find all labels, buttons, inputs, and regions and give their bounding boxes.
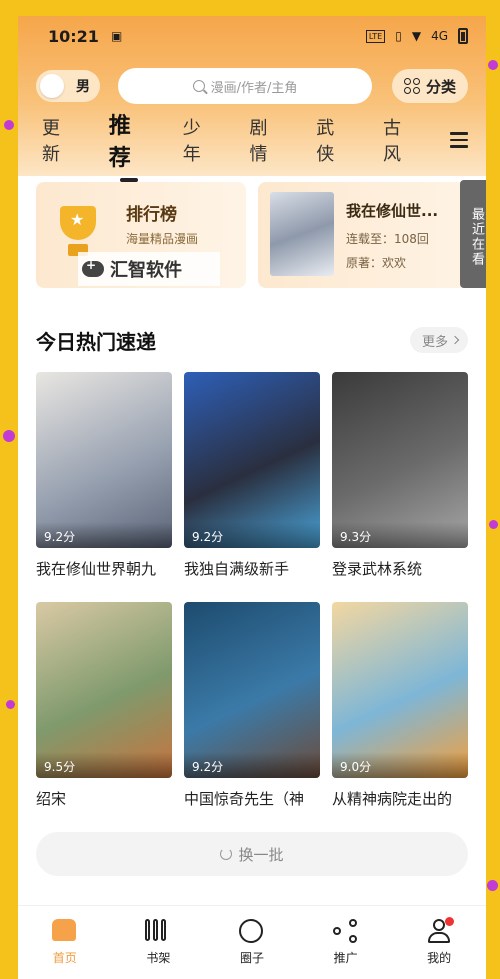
category-grid-icon — [403, 78, 420, 94]
menu-icon[interactable] — [449, 132, 468, 148]
status-bar: 10:21 ▣ LTE ▯ ▼ 4G — [18, 16, 486, 56]
app-header: 10:21 ▣ LTE ▯ ▼ 4G 男 漫画/作者/主角 分类 更新 推荐 少… — [18, 16, 486, 176]
comic-score: 9.3分 — [332, 522, 468, 548]
refresh-label: 换一批 — [238, 845, 284, 864]
recent-author: 原著：欢欢 — [346, 256, 407, 270]
comic-cover: 9.2分 — [184, 372, 320, 548]
refresh-icon — [220, 848, 233, 860]
comic-title: 中国惊奇先生（神 — [184, 790, 305, 808]
watermark-text: 汇智软件 — [110, 260, 182, 281]
volte-icon: LTE — [365, 29, 386, 43]
tab-story[interactable]: 剧情 — [250, 114, 283, 166]
tab-recommend[interactable]: 推荐 — [109, 108, 149, 172]
image-notification-icon: ▣ — [110, 29, 123, 43]
comic-score: 9.5分 — [36, 752, 172, 778]
nav-profile[interactable]: 我的 — [409, 917, 469, 966]
comic-card[interactable]: 9.0分 从精神病院走出的 — [332, 602, 468, 809]
hot-today-header: 今日热门速递 更多 — [36, 324, 468, 356]
recent-serial-progress: 连载至：108回 — [346, 232, 429, 246]
ranking-subtitle: 海量精品漫画 — [126, 232, 199, 246]
notification-dot — [445, 917, 455, 926]
search-input[interactable]: 漫画/作者/主角 — [118, 68, 372, 104]
comic-card[interactable]: 9.2分 我在修仙世界朝九 — [36, 372, 172, 579]
share-icon — [332, 919, 359, 943]
comic-card[interactable]: 9.2分 我独自满级新手 — [184, 372, 320, 579]
network-label: 4G — [431, 29, 448, 43]
gamepad-icon — [82, 258, 104, 277]
more-button[interactable]: 更多 — [409, 327, 468, 353]
chevron-right-icon — [450, 335, 460, 345]
home-icon — [51, 919, 78, 943]
comic-card[interactable]: 9.3分 登录武林系统 — [332, 372, 468, 579]
category-label: 分类 — [425, 77, 456, 96]
ranking-card[interactable]: ★ 排行榜 海量精品漫画 汇智软件 — [36, 182, 246, 288]
recent-reading-card[interactable]: 我在修仙世... 连载至：108回 原著：欢欢 — [258, 182, 486, 288]
tab-ancient[interactable]: 古风 — [383, 114, 416, 166]
comic-score: 9.0分 — [332, 752, 468, 778]
gender-label: 男 — [76, 79, 90, 95]
comic-cover: 9.2分 — [184, 602, 320, 778]
search-icon — [192, 80, 205, 92]
comic-title: 绍宋 — [36, 790, 67, 808]
bookshelf-icon — [145, 919, 171, 943]
nav-label: 我的 — [427, 951, 452, 965]
comic-cover: 9.3分 — [332, 372, 468, 548]
ranking-title: 排行榜 — [126, 205, 177, 225]
status-icons: LTE ▯ ▼ 4G — [365, 28, 468, 44]
vibrate-icon: ▯ — [395, 29, 402, 43]
search-placeholder: 漫画/作者/主角 — [210, 80, 298, 96]
bottom-navigation: 首页 书架 圈子 推广 我的 — [18, 905, 486, 979]
comic-cover: 9.2分 — [36, 372, 172, 548]
nav-label: 书架 — [146, 951, 171, 965]
comic-cover: 9.0分 — [332, 602, 468, 778]
nav-bookshelf[interactable]: 书架 — [128, 919, 188, 966]
comic-title: 我独自满级新手 — [184, 560, 290, 578]
circle-icon — [238, 919, 265, 943]
comic-score: 9.2分 — [184, 522, 320, 548]
frame-decoration-dot — [6, 700, 15, 709]
comic-cover: 9.5分 — [36, 602, 172, 778]
recently-read-tab[interactable]: 最近在看 — [460, 180, 486, 288]
comic-title: 从精神病院走出的 — [332, 790, 453, 808]
frame-decoration-dot — [4, 120, 14, 130]
feature-row: ★ 排行榜 海量精品漫画 汇智软件 我在修仙世... 连载至：108回 原著：欢… — [36, 182, 486, 288]
top-bar: 男 漫画/作者/主角 分类 — [36, 68, 468, 104]
category-button[interactable]: 分类 — [392, 69, 468, 103]
toggle-knob — [40, 74, 64, 98]
nav-label: 首页 — [52, 951, 77, 965]
frame-decoration-dot — [488, 60, 498, 70]
nav-circle[interactable]: 圈子 — [222, 919, 282, 966]
wifi-icon: ▼ — [411, 29, 422, 43]
frame-decoration-dot — [3, 430, 15, 442]
frame-decoration-dot — [487, 880, 498, 891]
gender-toggle[interactable]: 男 — [36, 70, 100, 102]
comic-score: 9.2分 — [36, 522, 172, 548]
status-time: 10:21 — [48, 26, 99, 46]
nav-promote[interactable]: 推广 — [316, 919, 376, 966]
watermark-overlay: 汇智软件 — [78, 252, 220, 286]
comic-score: 9.2分 — [184, 752, 320, 778]
comic-card[interactable]: 9.2分 中国惊奇先生（神 — [184, 602, 320, 809]
tab-update[interactable]: 更新 — [42, 114, 75, 166]
battery-icon — [458, 28, 468, 44]
tab-youth[interactable]: 少年 — [183, 114, 216, 166]
nav-home[interactable]: 首页 — [35, 919, 95, 966]
profile-icon — [426, 917, 455, 943]
tab-wuxia[interactable]: 武侠 — [316, 114, 349, 166]
section-title: 今日热门速递 — [36, 329, 156, 354]
comic-card[interactable]: 9.5分 绍宋 — [36, 602, 172, 809]
recent-comic-cover — [270, 192, 334, 276]
more-label: 更多 — [421, 334, 448, 350]
app-screen: 10:21 ▣ LTE ▯ ▼ 4G 男 漫画/作者/主角 分类 更新 推荐 少… — [18, 16, 486, 979]
recent-comic-title: 我在修仙世... — [346, 202, 439, 220]
frame-decoration-dot — [489, 520, 498, 529]
nav-label: 推广 — [333, 951, 358, 965]
nav-label: 圈子 — [239, 951, 264, 965]
category-tabs: 更新 推荐 少年 剧情 武侠 古风 — [42, 114, 468, 171]
comic-title: 登录武林系统 — [332, 560, 423, 578]
refresh-batch-button[interactable]: 换一批 — [36, 832, 468, 876]
comic-title: 我在修仙世界朝九 — [36, 560, 157, 578]
